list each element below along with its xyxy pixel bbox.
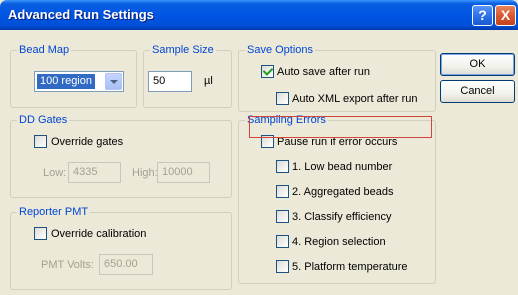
classify-efficiency-label[interactable]: 3. Classify efficiency	[292, 211, 391, 224]
sample-size-unit: µl	[204, 75, 213, 87]
aggregated-beads-checkbox[interactable]	[276, 185, 289, 198]
override-calibration-label[interactable]: Override calibration	[51, 228, 146, 241]
save-options-group: Save Options Auto save after run Auto XM…	[238, 44, 436, 112]
window-title: Advanced Run Settings	[8, 7, 154, 22]
low-bead-number-label[interactable]: 1. Low bead number	[292, 161, 392, 174]
platform-temperature-checkbox[interactable]	[276, 260, 289, 273]
dd-gates-legend: DD Gates	[17, 114, 70, 127]
region-selection-label[interactable]: 4. Region selection	[292, 236, 386, 249]
advanced-run-settings-dialog: Advanced Run Settings ? X Bead Map 100 r…	[0, 0, 518, 295]
annotation-highlight-box	[249, 116, 432, 138]
pmt-volts-input[interactable]: 650.00	[99, 254, 153, 275]
low-gate-input[interactable]: 4335	[68, 162, 121, 183]
sample-size-group: Sample Size 50 µl	[143, 44, 232, 108]
high-gate-label: High:	[132, 167, 158, 179]
bead-map-selected-value: 100 region	[37, 74, 95, 89]
region-selection-checkbox[interactable]	[276, 235, 289, 248]
pmt-volts-label: PMT Volts:	[41, 259, 94, 271]
auto-xml-export-checkbox[interactable]	[276, 92, 289, 105]
override-gates-label[interactable]: Override gates	[51, 136, 123, 149]
sample-size-legend: Sample Size	[150, 44, 216, 57]
bead-map-group: Bead Map 100 region	[10, 44, 137, 108]
sample-size-input[interactable]: 50	[148, 71, 192, 92]
cancel-button[interactable]: Cancel	[440, 80, 515, 103]
override-calibration-checkbox[interactable]	[34, 227, 47, 240]
close-button[interactable]: X	[495, 5, 516, 26]
ok-button[interactable]: OK	[440, 53, 515, 76]
low-gate-label: Low:	[43, 167, 67, 179]
dd-gates-group: DD Gates Override gates Low: 4335 High: …	[10, 114, 232, 198]
reporter-pmt-group: Reporter PMT Override calibration PMT Vo…	[10, 206, 232, 290]
auto-xml-export-label[interactable]: Auto XML export after run	[292, 93, 418, 106]
aggregated-beads-label[interactable]: 2. Aggregated beads	[292, 186, 394, 199]
save-options-legend: Save Options	[245, 44, 316, 57]
chevron-down-icon[interactable]	[105, 73, 122, 90]
bead-map-select[interactable]: 100 region	[34, 71, 124, 92]
override-gates-checkbox[interactable]	[34, 135, 47, 148]
high-gate-input[interactable]: 10000	[157, 162, 210, 183]
low-bead-number-checkbox[interactable]	[276, 160, 289, 173]
help-button[interactable]: ?	[472, 5, 493, 26]
classify-efficiency-checkbox[interactable]	[276, 210, 289, 223]
auto-save-label[interactable]: Auto save after run	[277, 66, 370, 79]
title-bar[interactable]: Advanced Run Settings ? X	[0, 0, 518, 30]
bead-map-legend: Bead Map	[17, 44, 72, 57]
dialog-client-area: Bead Map 100 region Sample Size 50 µl DD…	[4, 30, 515, 295]
reporter-pmt-legend: Reporter PMT	[17, 206, 91, 219]
platform-temperature-label[interactable]: 5. Platform temperature	[292, 261, 408, 274]
sampling-errors-group: Sampling Errors Pause run if error occur…	[238, 114, 436, 284]
auto-save-checkbox[interactable]	[261, 65, 274, 78]
